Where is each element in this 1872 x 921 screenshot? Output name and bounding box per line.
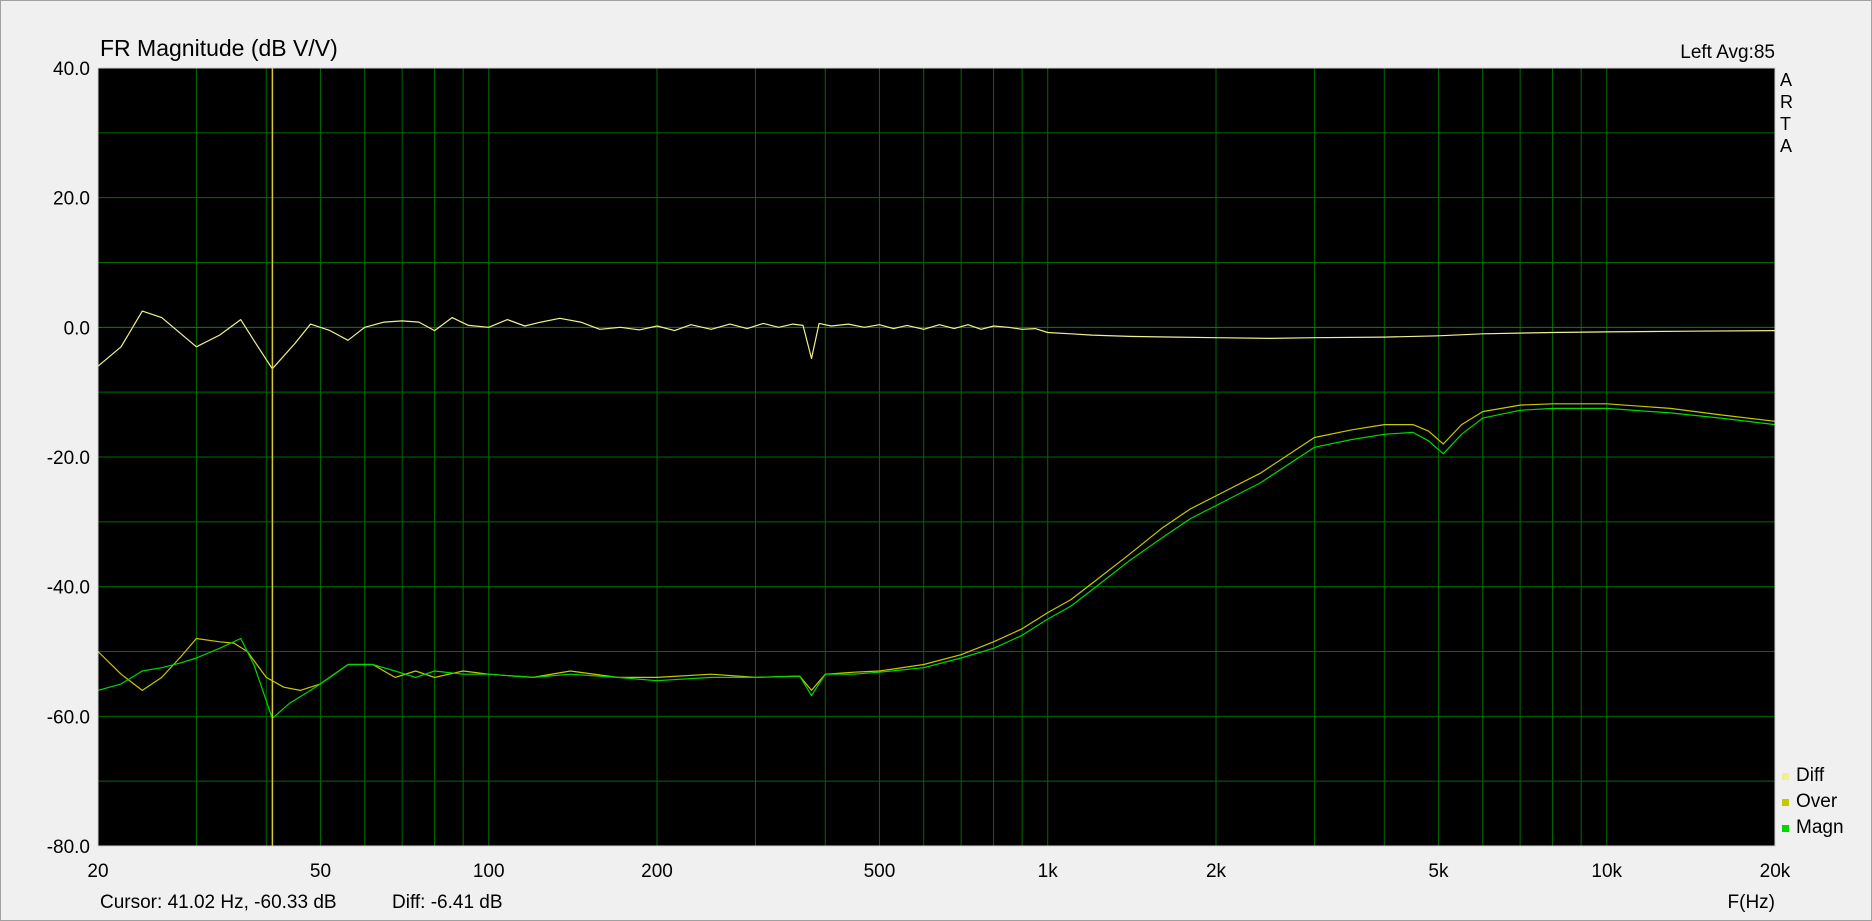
x-tick-label: 20 [87,861,108,882]
legend-swatch-magn [1782,825,1789,832]
y-tick-label: -40.0 [47,578,90,599]
y-tick-label: -60.0 [47,707,90,728]
brand-letter-3: T [1780,114,1791,134]
frequency-response-chart: FR Magnitude (dB V/V) Left Avg:85 A R T … [0,0,1872,921]
cursor-readout: Cursor: 41.02 Hz, -60.33 dB [100,892,337,913]
legend-label-magn: Magn [1796,817,1844,838]
x-tick-label: 50 [310,861,331,882]
y-tick-label: 20.0 [53,189,90,210]
x-axis-label: F(Hz) [1728,892,1775,913]
x-tick-label: 20k [1760,861,1791,882]
legend-swatch-diff [1782,773,1789,780]
x-tick-label: 1k [1038,861,1059,882]
brand-letter-4: A [1780,136,1792,156]
y-tick-label: -20.0 [47,448,90,469]
brand-letter-1: A [1780,70,1792,90]
chart-title: FR Magnitude (dB V/V) [100,35,338,61]
legend-label-over: Over [1796,791,1838,812]
legend-label-diff: Diff [1796,765,1825,786]
x-tick-label: 500 [864,861,896,882]
x-tick-label: 200 [641,861,673,882]
channel-info: Left Avg:85 [1680,42,1775,63]
x-tick-label: 100 [473,861,505,882]
diff-readout: Diff: -6.41 dB [392,892,503,913]
x-tick-label: 2k [1206,861,1227,882]
y-tick-label: 40.0 [53,59,90,80]
brand-letter-2: R [1780,92,1793,112]
x-tick-label: 10k [1591,861,1622,882]
x-tick-label: 5k [1428,861,1449,882]
y-tick-label: -80.0 [47,837,90,858]
y-tick-label: 0.0 [64,318,90,339]
chart-window: FR Magnitude (dB V/V) Left Avg:85 A R T … [0,0,1872,921]
legend-swatch-over [1782,799,1789,806]
